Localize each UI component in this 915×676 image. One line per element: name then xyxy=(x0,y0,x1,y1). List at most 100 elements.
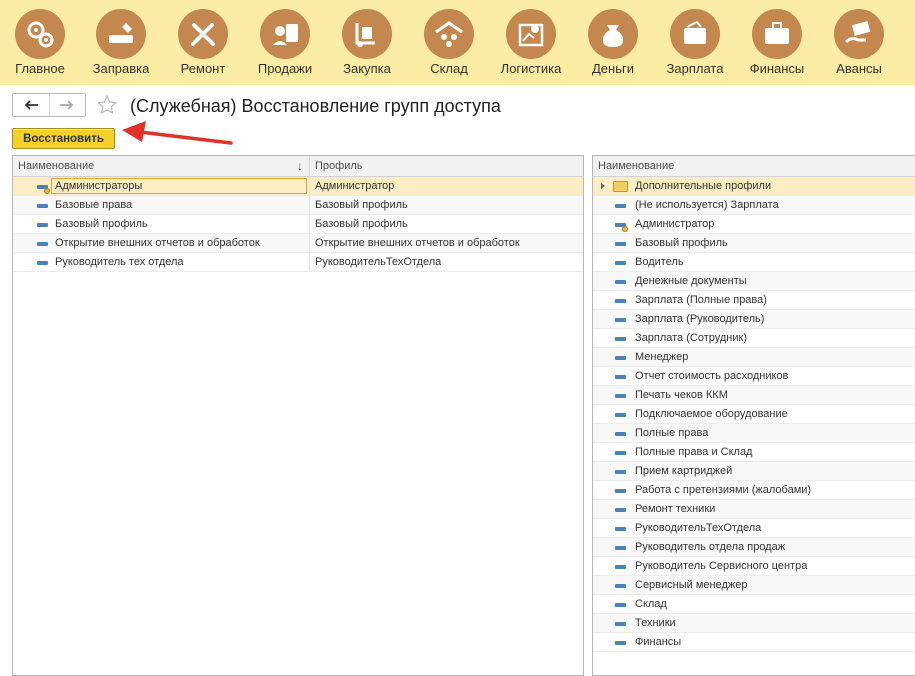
name-cell[interactable]: Работа с претензиями (жалобами) xyxy=(593,481,915,499)
back-button[interactable] xyxy=(13,94,49,116)
name-cell[interactable]: Руководитель Сервисного центра xyxy=(593,557,915,575)
table-row[interactable]: Зарплата (Руководитель) xyxy=(593,310,915,329)
table-row[interactable]: Базовый профиль Базовый профиль xyxy=(13,215,583,234)
name-cell[interactable]: Финансы xyxy=(593,633,915,651)
section-10[interactable]: Финансы xyxy=(736,0,818,85)
table-row[interactable]: Менеджер xyxy=(593,348,915,367)
table-row[interactable]: Работа с претензиями (жалобами) xyxy=(593,481,915,500)
profile-icon xyxy=(615,356,626,360)
name-cell[interactable]: Подключаемое оборудование xyxy=(593,405,915,423)
section-6[interactable]: Склад xyxy=(408,0,490,85)
name-cell[interactable]: Менеджер xyxy=(593,348,915,366)
column-header-name[interactable]: Наименование xyxy=(593,156,915,176)
section-2[interactable]: Заправка xyxy=(80,0,162,85)
name-cell[interactable]: Зарплата (Сотрудник) xyxy=(593,329,915,347)
name-cell[interactable]: Ремонт техники xyxy=(593,500,915,518)
history-navigation xyxy=(12,93,86,117)
section-5[interactable]: Закупка xyxy=(326,0,408,85)
profile-name: Водитель xyxy=(635,256,684,268)
name-cell[interactable]: Полные права и Склад xyxy=(593,443,915,461)
name-cell[interactable]: Склад xyxy=(593,595,915,613)
section-9[interactable]: Зарплата xyxy=(654,0,736,85)
table-row[interactable]: Администратор xyxy=(593,215,915,234)
section-label: Авансы xyxy=(836,61,882,76)
table-row[interactable]: Отчет стоимость расходников xyxy=(593,367,915,386)
name-cell[interactable]: Руководитель отдела продаж xyxy=(593,538,915,556)
group-icon xyxy=(37,261,48,265)
table-row[interactable]: Сервисный менеджер xyxy=(593,576,915,595)
table-row[interactable]: Полные права и Склад xyxy=(593,443,915,462)
section-3[interactable]: Ремонт xyxy=(162,0,244,85)
section-11[interactable]: Авансы xyxy=(818,0,900,85)
name-cell[interactable]: Печать чеков ККМ xyxy=(593,386,915,404)
name-cell[interactable]: (Не используется) Зарплата xyxy=(593,196,915,214)
name-cell[interactable]: Зарплата (Руководитель) xyxy=(593,310,915,328)
table-row[interactable]: (Не используется) Зарплата xyxy=(593,196,915,215)
table-header: Наименование xyxy=(593,156,915,177)
table-row[interactable]: Руководитель Сервисного центра xyxy=(593,557,915,576)
section-1[interactable]: Главное xyxy=(0,0,80,85)
profile-name: Администратор xyxy=(635,218,715,230)
name-cell[interactable]: Руководитель тех отдела xyxy=(13,253,309,271)
profile-name: Базовый профиль xyxy=(315,199,408,211)
name-cell[interactable]: Полные права xyxy=(593,424,915,442)
table-row[interactable]: Руководитель отдела продаж xyxy=(593,538,915,557)
table-row[interactable]: Полные права xyxy=(593,424,915,443)
table-row[interactable]: Подключаемое оборудование xyxy=(593,405,915,424)
name-cell[interactable]: Денежные документы xyxy=(593,272,915,290)
profile-cell[interactable]: Базовый профиль xyxy=(309,196,583,214)
section-8[interactable]: Деньги xyxy=(572,0,654,85)
name-cell[interactable]: Водитель xyxy=(593,253,915,271)
profile-cell[interactable]: РуководительТехОтдела xyxy=(309,253,583,271)
table-row[interactable]: Руководитель тех отдела РуководительТехОт… xyxy=(13,253,583,272)
name-cell[interactable]: Базовый профиль xyxy=(593,234,915,252)
column-header-name[interactable]: Наименование ↓ xyxy=(13,156,309,176)
profile-icon xyxy=(615,603,626,607)
profile-name: Руководитель Сервисного центра xyxy=(635,560,808,572)
table-row[interactable]: Печать чеков ККМ xyxy=(593,386,915,405)
expand-arrow-icon[interactable] xyxy=(601,183,605,189)
profile-cell[interactable]: Базовый профиль xyxy=(309,215,583,233)
name-cell[interactable]: Прием картриджей xyxy=(593,462,915,480)
annotation-arrow xyxy=(122,121,233,145)
name-cell[interactable]: Отчет стоимость расходников xyxy=(593,367,915,385)
name-cell[interactable]: Открытие внешних отчетов и обработок xyxy=(13,234,309,252)
profile-icon xyxy=(615,242,626,246)
name-cell[interactable]: Администратор xyxy=(593,215,915,233)
table-row[interactable]: Прием картриджей xyxy=(593,462,915,481)
table-row[interactable]: Администраторы Администратор xyxy=(13,177,583,196)
table-row[interactable]: Зарплата (Полные права) xyxy=(593,291,915,310)
table-row[interactable]: Зарплата (Сотрудник) xyxy=(593,329,915,348)
table-row[interactable]: Склад xyxy=(593,595,915,614)
favorite-star-icon[interactable] xyxy=(96,94,118,116)
name-cell[interactable]: Базовые права xyxy=(13,196,309,214)
table-row[interactable]: Базовые права Базовый профиль xyxy=(13,196,583,215)
table-row[interactable]: Техники xyxy=(593,614,915,633)
name-cell[interactable]: Базовый профиль xyxy=(13,215,309,233)
table-row[interactable]: РуководительТехОтдела xyxy=(593,519,915,538)
name-cell[interactable]: РуководительТехОтдела xyxy=(593,519,915,537)
profile-name: Сервисный менеджер xyxy=(635,579,748,591)
name-cell[interactable]: Дополнительные профили xyxy=(593,177,915,195)
column-header-profile[interactable]: Профиль xyxy=(309,156,583,176)
profile-cell[interactable]: Открытие внешних отчетов и обработок xyxy=(309,234,583,252)
name-cell[interactable]: Зарплата (Полные права) xyxy=(593,291,915,309)
table-row[interactable]: Денежные документы xyxy=(593,272,915,291)
table-row[interactable]: Финансы xyxy=(593,633,915,652)
profile-cell[interactable]: Администратор xyxy=(309,177,583,195)
section-4[interactable]: Продажи xyxy=(244,0,326,85)
name-cell[interactable]: Сервисный менеджер xyxy=(593,576,915,594)
profile-name: Зарплата (Руководитель) xyxy=(635,313,765,325)
folder-row[interactable]: Дополнительные профили xyxy=(593,177,915,196)
table-row[interactable]: Водитель xyxy=(593,253,915,272)
name-cell[interactable]: Администраторы xyxy=(13,177,309,195)
table-row[interactable]: Базовый профиль xyxy=(593,234,915,253)
name-cell[interactable]: Техники xyxy=(593,614,915,632)
section-label: Ремонт xyxy=(180,61,226,76)
forward-button[interactable] xyxy=(48,94,86,116)
table-row[interactable]: Открытие внешних отчетов и обработок Откр… xyxy=(13,234,583,253)
group-name: Базовый профиль xyxy=(55,218,148,230)
section-7[interactable]: Логистика xyxy=(490,0,572,85)
table-row[interactable]: Ремонт техники xyxy=(593,500,915,519)
restore-button[interactable]: Восстановить xyxy=(12,128,115,149)
